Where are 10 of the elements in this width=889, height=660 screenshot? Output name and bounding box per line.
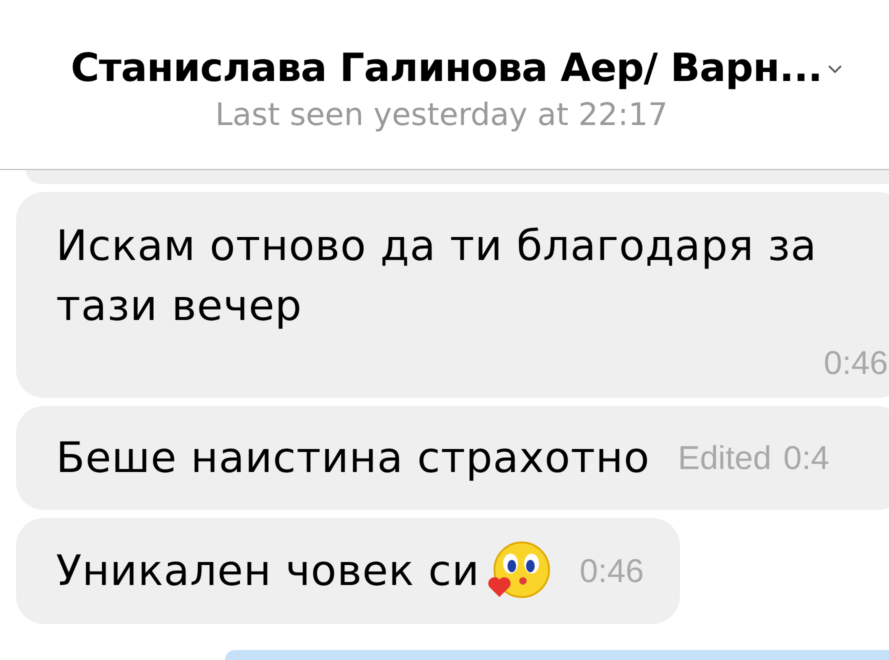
message-time: 0:46 [824,344,888,382]
message-text: Уникален човек си [56,545,480,597]
chevron-down-icon[interactable] [828,64,842,74]
edited-label: Edited [678,439,772,477]
contact-name[interactable]: Станислава Галинова Аер/ Варн... [70,46,822,91]
message-time: 0:4 [783,439,830,477]
message-time: 0:46 [580,552,644,590]
message-text: Беше наистина страхотно [56,432,650,484]
last-seen-status: Last seen yesterday at 22:17 [215,97,668,133]
message-text: Искам отново да ти благодаря за тази вечер [56,220,818,332]
